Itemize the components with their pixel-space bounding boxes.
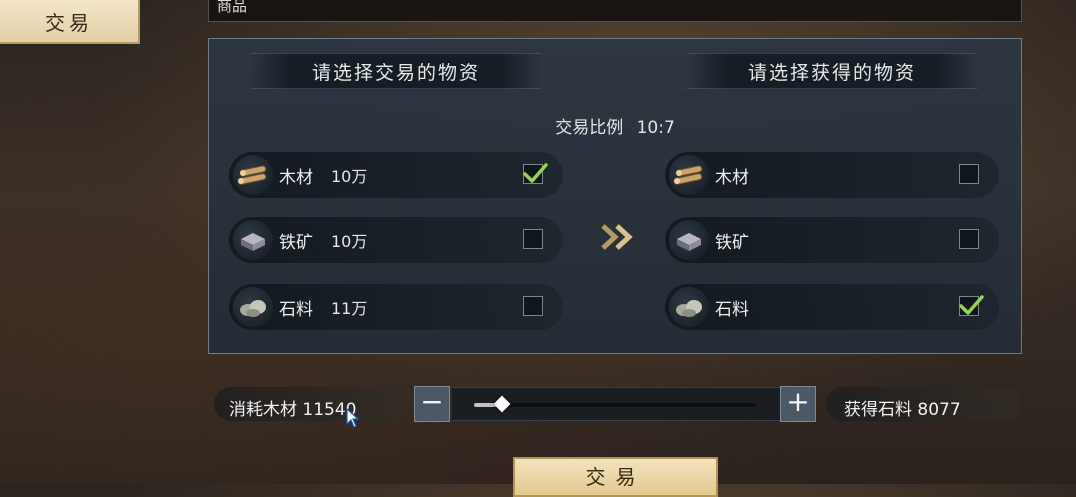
quantity-slider[interactable] [452,387,780,421]
slider-rail [474,395,756,413]
give-row-stone[interactable]: 石料 11万 [229,284,563,330]
decrease-button[interactable]: − [414,386,450,422]
give-wood-checkbox[interactable] [523,163,548,184]
get-header: 请选择获得的物资 [687,53,977,89]
ratio-value: 10:7 [636,118,675,138]
give-wood-amount: 10万 [331,167,368,186]
wood-icon [233,155,273,195]
give-iron-checkbox[interactable] [523,229,543,249]
item-category-field: 商品 [208,0,1022,22]
give-row-wood[interactable]: 木材 10万 [229,152,563,198]
ratio-label: 交易比例 [555,118,624,138]
get-row-stone[interactable]: 石料 [665,284,999,330]
get-wood-label: 木材 [715,167,749,188]
give-wood-label: 木材 [279,167,313,188]
trade-ratio: 交易比例 10:7 [209,113,1021,138]
consume-display: 消耗木材 11540 [229,395,357,420]
give-stone-checkbox[interactable] [523,296,543,316]
give-stone-label: 石料 [279,299,313,320]
stone-icon [233,287,273,327]
get-stone-label: 石料 [715,299,749,320]
wood-icon [669,155,709,195]
get-iron-label: 铁矿 [715,232,749,253]
checkmark-icon [959,295,984,315]
gain-value: 8077 [917,400,961,420]
checkmark-icon [523,163,548,183]
give-header: 请选择交易的物资 [251,53,541,89]
item-category-text: 商品 [217,0,248,15]
give-row-iron[interactable]: 铁矿 10万 [229,217,563,263]
iron-ore-icon [669,220,709,260]
trade-button[interactable]: 交易 [513,457,718,497]
tab-trade[interactable]: 交易 [0,0,140,44]
stone-icon [669,287,709,327]
get-stone-checkbox[interactable] [959,295,984,316]
double-chevron-right-icon [601,224,633,250]
get-row-wood[interactable]: 木材 [665,152,999,198]
gain-label: 获得石料 [844,400,912,420]
gain-display: 获得石料 8077 [844,395,961,420]
give-stone-amount: 11万 [331,299,368,318]
consume-label: 消耗木材 [229,400,297,420]
trade-panel: 请选择交易的物资 请选择获得的物资 交易比例 10:7 木材 10万 铁矿 10… [208,38,1022,354]
mouse-cursor-icon [346,408,360,428]
slider-handle[interactable] [493,395,511,413]
give-iron-label: 铁矿 [279,232,313,253]
get-iron-checkbox[interactable] [959,229,979,249]
get-row-iron[interactable]: 铁矿 [665,217,999,263]
give-iron-amount: 10万 [331,232,368,251]
tab-trade-label: 交易 [45,10,93,35]
increase-button[interactable]: + [780,386,816,422]
get-wood-checkbox[interactable] [959,164,979,184]
iron-ore-icon [233,220,273,260]
